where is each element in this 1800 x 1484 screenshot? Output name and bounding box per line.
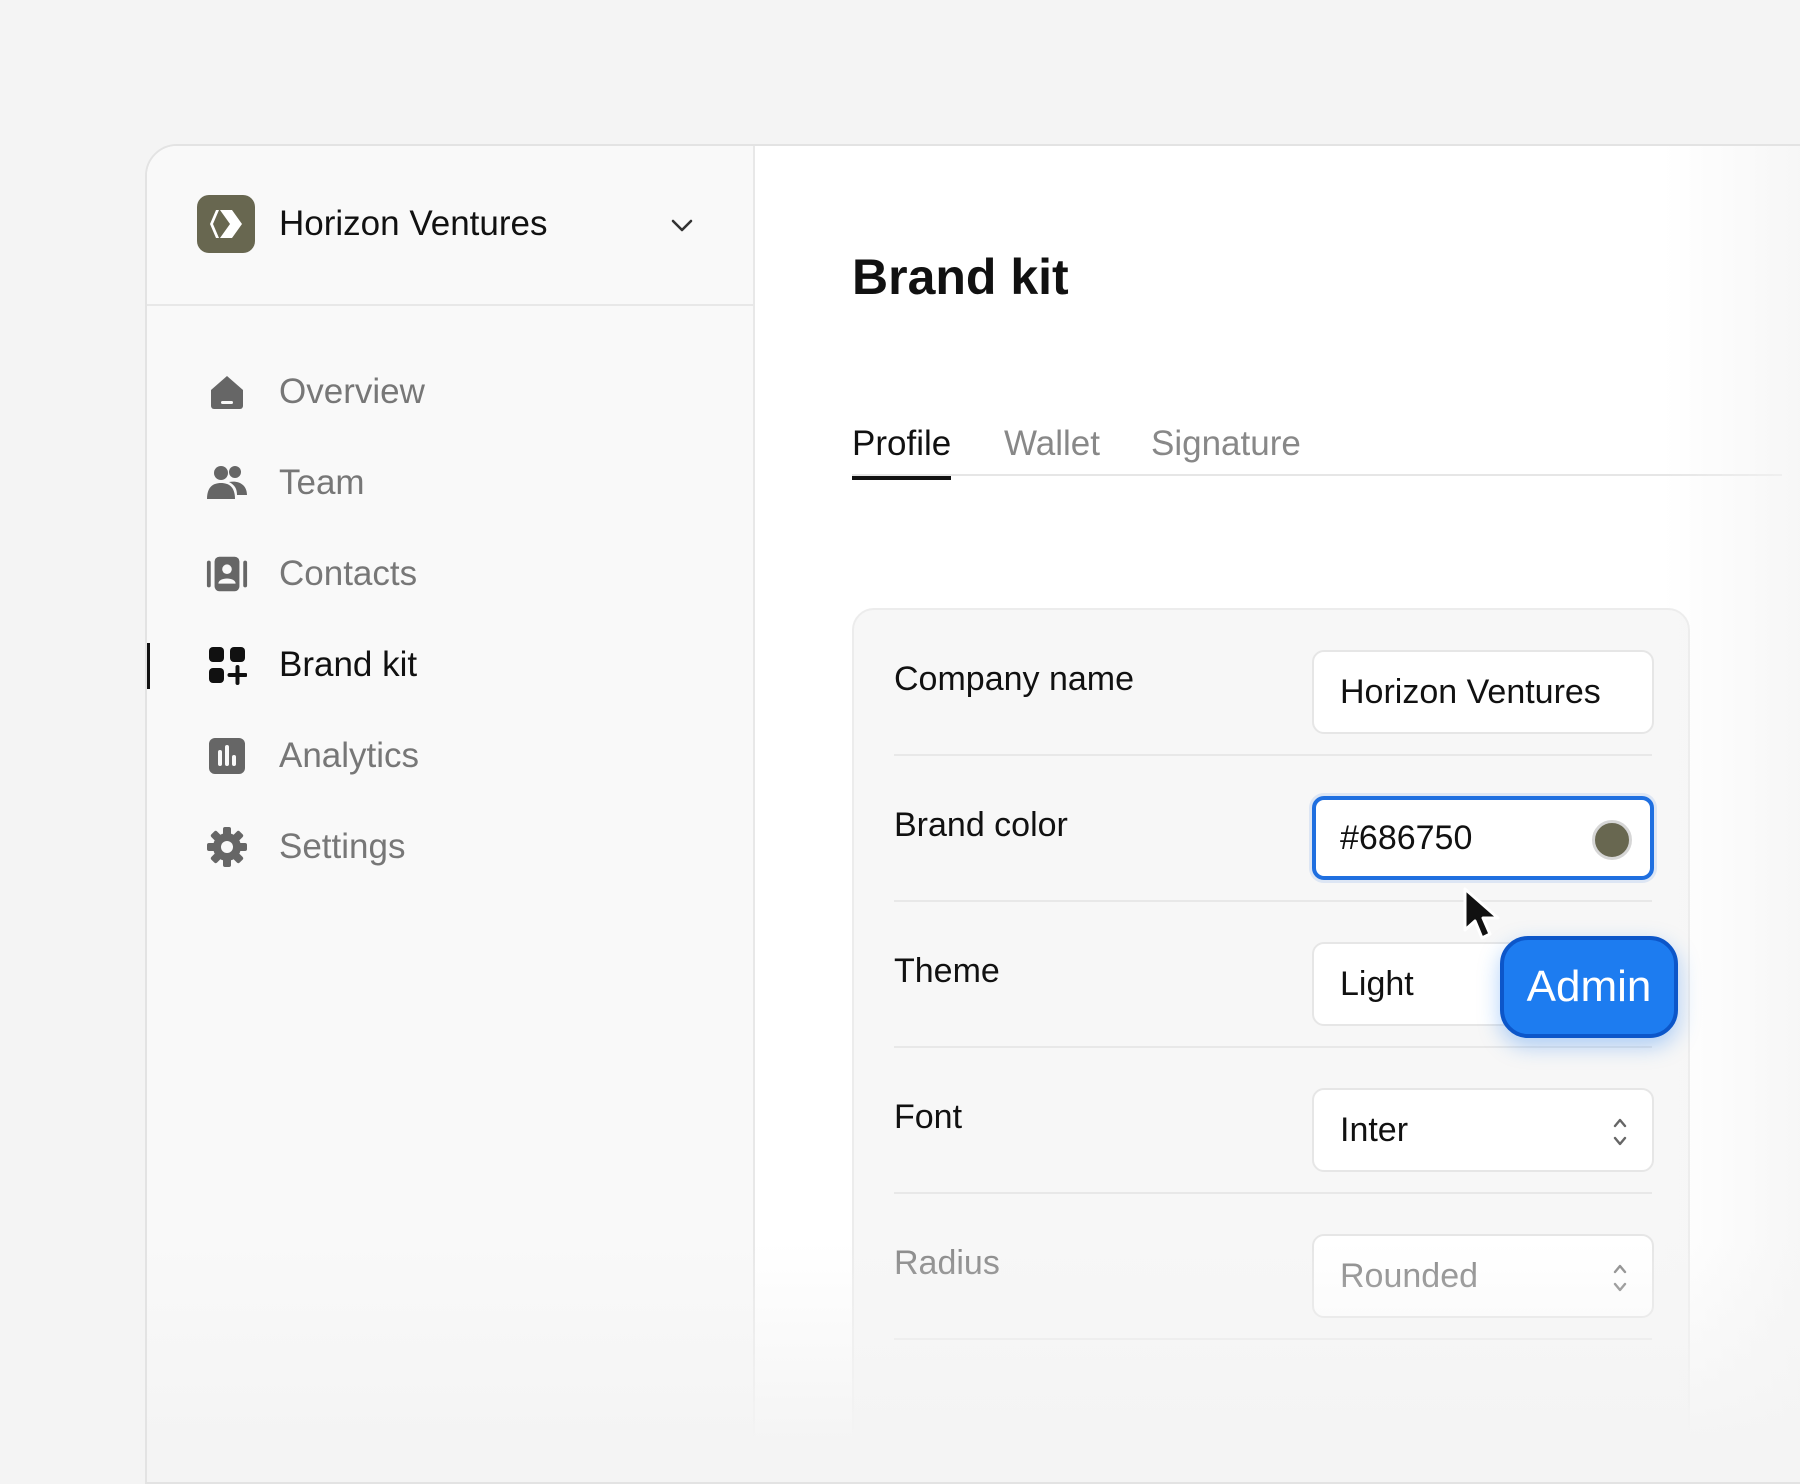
workspace-name: Horizon Ventures (279, 204, 548, 243)
font-row: Font Inter (894, 1048, 1654, 1194)
admin-badge: Admin (1500, 936, 1678, 1038)
company-name-label: Company name (894, 660, 1135, 698)
mouse-cursor-icon (1463, 887, 1500, 940)
chevron-down-icon[interactable] (667, 210, 697, 240)
tab-label: Wallet (1004, 424, 1100, 463)
admin-badge-label: Admin (1526, 962, 1652, 1011)
sidebar-item-analytics[interactable]: Analytics (147, 710, 753, 801)
page-title: Brand kit (852, 249, 1069, 305)
sidebar-nav: Overview Team Contacts Brand kit Analyti… (147, 346, 753, 892)
brand-kit-icon (205, 643, 249, 687)
company-name-value: Horizon Ventures (1340, 672, 1601, 711)
sidebar-item-label: Team (279, 462, 365, 502)
sidebar-item-label: Settings (279, 826, 406, 866)
workspace-switcher[interactable]: Horizon Ventures (147, 146, 753, 306)
theme-label: Theme (894, 952, 1000, 990)
sidebar-item-brand-kit[interactable]: Brand kit (147, 619, 753, 710)
sidebar: Horizon Ventures Overview Team Contacts … (147, 146, 755, 1482)
color-swatch[interactable] (1592, 820, 1632, 860)
tab-profile[interactable]: Profile (852, 424, 952, 480)
font-select[interactable]: Inter (1312, 1088, 1654, 1172)
sidebar-item-contacts[interactable]: Contacts (147, 528, 753, 619)
contacts-icon (205, 552, 249, 596)
brand-color-row: Brand color #686750 (894, 756, 1654, 902)
sidebar-item-settings[interactable]: Settings (147, 801, 753, 892)
select-stepper-icon (1613, 1118, 1627, 1146)
select-stepper-icon (1613, 1264, 1627, 1292)
sidebar-item-label: Analytics (279, 735, 420, 775)
sidebar-item-label: Overview (279, 371, 425, 411)
brand-color-label: Brand color (894, 806, 1068, 844)
font-value: Inter (1340, 1110, 1409, 1149)
people-icon (205, 461, 249, 505)
workspace-logo-icon (197, 195, 255, 253)
tab-active-underline (852, 476, 952, 480)
brand-color-field[interactable]: #686750 (1312, 796, 1654, 880)
font-label: Font (894, 1098, 963, 1136)
tab-label: Signature (1151, 424, 1301, 463)
sidebar-item-overview[interactable]: Overview (147, 346, 753, 437)
brand-form-card: Company name Horizon Ventures Brand colo… (852, 608, 1690, 1482)
radius-value: Rounded (1340, 1256, 1479, 1295)
radius-select[interactable]: Rounded (1312, 1234, 1654, 1318)
sidebar-item-team[interactable]: Team (147, 437, 753, 528)
tab-wallet[interactable]: Wallet (1004, 424, 1100, 476)
gear-icon (205, 825, 249, 869)
main-content: Brand kit Profile Wallet Signature Compa… (755, 146, 1800, 1482)
app-window: Horizon Ventures Overview Team Contacts … (145, 144, 1800, 1484)
company-name-row: Company name Horizon Ventures (894, 610, 1654, 756)
tab-signature[interactable]: Signature (1151, 424, 1301, 476)
tab-label: Profile (852, 424, 952, 463)
brand-color-value: #686750 (1340, 818, 1473, 857)
home-icon (205, 370, 249, 414)
sidebar-item-label: Brand kit (279, 644, 418, 684)
radius-row: Radius Rounded (894, 1194, 1654, 1340)
sidebar-item-label: Contacts (279, 553, 418, 593)
radius-label: Radius (894, 1244, 1000, 1282)
company-name-field[interactable]: Horizon Ventures (1312, 650, 1654, 734)
analytics-icon (205, 734, 249, 778)
active-indicator (147, 643, 150, 689)
tab-bar: Profile Wallet Signature (852, 424, 1782, 480)
theme-value: Light (1340, 964, 1414, 1003)
